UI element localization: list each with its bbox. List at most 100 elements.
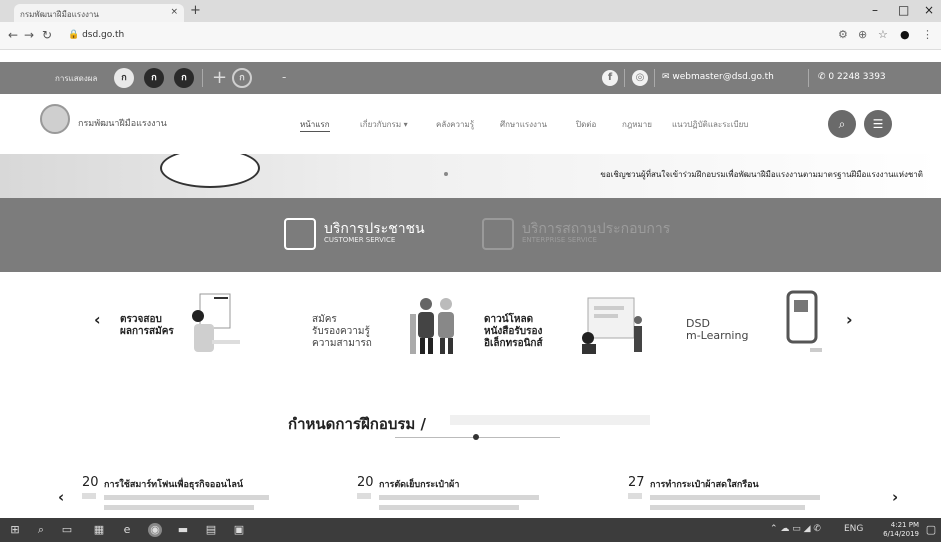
divider bbox=[808, 69, 809, 87]
media-icon[interactable]: ▣ bbox=[232, 523, 246, 537]
people-illustration bbox=[410, 298, 454, 354]
training-heading: กำหนดการฝึกอบรม / bbox=[288, 415, 426, 433]
training-detail-line bbox=[379, 495, 539, 500]
input-language[interactable]: ENG bbox=[844, 524, 863, 534]
zoom-reset-button[interactable]: ก bbox=[232, 68, 252, 88]
windows-start-icon[interactable]: ⊞ bbox=[8, 523, 22, 537]
search-icon: ⌕ bbox=[838, 117, 846, 131]
checklist-illustration bbox=[192, 293, 240, 352]
service-carousel: ‹ ตรวจสอบ ผลการสมัคร สมัคร รับรองความรู้… bbox=[0, 272, 941, 372]
site-name[interactable]: กรมพัฒนาฝีมือแรงงาน bbox=[78, 116, 167, 130]
notification-icon[interactable]: ▢ bbox=[924, 523, 938, 537]
system-tray-icons[interactable]: ⌃ ☁ ▭ ◢ ✆ bbox=[770, 524, 821, 534]
clock-date: 6/14/2019 bbox=[883, 530, 919, 538]
document-icon[interactable]: ▤ bbox=[204, 523, 218, 537]
new-tab-button[interactable]: + bbox=[190, 3, 201, 18]
training-detail-line bbox=[650, 495, 820, 500]
menu-item-labor[interactable]: ศึกษาแรงงาน bbox=[500, 118, 547, 131]
translate-icon[interactable]: ⚙ bbox=[838, 28, 848, 41]
menu-item-contact[interactable]: ปิดต่อ bbox=[576, 118, 596, 131]
menu-item-knowledge[interactable]: คลังความรู้ bbox=[436, 118, 474, 131]
browser-tab-bar: กรมพัฒนาฝีมือแรงงาน × + – □ × bbox=[0, 0, 941, 22]
maximize-button[interactable]: □ bbox=[898, 3, 909, 17]
training-title: การตัดเย็บกระเป๋าผ้า bbox=[379, 480, 460, 490]
divider bbox=[624, 69, 625, 87]
carousel-card[interactable]: ดาวน์โหลด หนังสือรับรอง อิเล็กทรอนิกส์ bbox=[484, 284, 654, 364]
slide-dot bbox=[444, 172, 448, 176]
browser-tab[interactable]: กรมพัฒนาฝีมือแรงงาน × bbox=[14, 4, 184, 22]
menu-item-about[interactable]: เกี่ยวกับกรม ▾ bbox=[360, 118, 408, 131]
font-size-small-button[interactable]: ก bbox=[114, 68, 134, 88]
task-view-icon[interactable]: ▭ bbox=[60, 523, 74, 537]
training-item[interactable]: 27 การทำกระเป๋าผ้าสดใสกรือน bbox=[628, 475, 878, 515]
menu-dots-icon[interactable]: ⋮ bbox=[922, 28, 933, 41]
carousel-card[interactable]: สมัคร รับรองความรู้ ความสามารถ bbox=[312, 284, 482, 364]
download-certificate-illustration bbox=[582, 297, 642, 354]
menu-item-law[interactable]: กฎหมาย bbox=[622, 118, 652, 131]
minimize-button[interactable]: – bbox=[872, 3, 878, 17]
menu-item-home[interactable]: หน้าแรก bbox=[300, 118, 330, 132]
heading-divider-dot bbox=[473, 434, 479, 440]
grid-icon: ☰ bbox=[872, 117, 884, 131]
mail-icon: ✉ bbox=[662, 72, 673, 82]
training-day: 27 bbox=[628, 475, 645, 490]
zoom-icon[interactable]: ⊕ bbox=[858, 28, 867, 41]
file-explorer-icon[interactable]: ▬ bbox=[176, 523, 190, 537]
reload-icon[interactable]: ↻ bbox=[42, 28, 52, 42]
bookmark-star-icon[interactable]: ☆ bbox=[878, 28, 888, 41]
zoom-in-button[interactable]: + bbox=[212, 67, 227, 88]
tab-title: กรมพัฒนาฝีมือแรงงาน bbox=[20, 10, 99, 19]
training-date-line bbox=[104, 505, 254, 510]
menu-item-guidelines[interactable]: แนวปฏิบัติและระเบียบ bbox=[672, 118, 748, 131]
line-icon[interactable]: ◎ bbox=[632, 70, 648, 86]
clock[interactable]: 4:21 PM 6/14/2019 bbox=[883, 521, 919, 539]
email-link[interactable]: ✉ webmaster@dsd.go.th bbox=[662, 72, 774, 82]
training-day: 20 bbox=[82, 475, 99, 490]
customer-service-tab[interactable]: บริการประชาชน CUSTOMER SERVICE bbox=[284, 218, 454, 252]
service-subtitle: CUSTOMER SERVICE bbox=[324, 236, 396, 244]
clock-time: 4:21 PM bbox=[890, 521, 919, 529]
sitemap-button[interactable]: ☰ bbox=[864, 110, 892, 138]
training-month bbox=[82, 493, 96, 499]
dsd-logo[interactable] bbox=[40, 104, 70, 134]
training-item[interactable]: 20 การใช้สมาร์ทโฟนเพื่อธุรกิจออนไลน์ bbox=[82, 475, 332, 515]
training-prev-arrow[interactable]: ‹ bbox=[58, 488, 64, 506]
cloud-annotation bbox=[160, 154, 260, 188]
email-text: webmaster@dsd.go.th bbox=[672, 72, 774, 82]
back-icon[interactable]: ← bbox=[8, 28, 18, 42]
edge-icon[interactable]: e bbox=[120, 523, 134, 537]
tab-close-icon[interactable]: × bbox=[170, 7, 178, 17]
service-subtitle: ENTERPRISE SERVICE bbox=[522, 236, 597, 244]
search-button[interactable]: ⌕ bbox=[828, 110, 856, 138]
phone-text: 0 2248 3393 bbox=[828, 72, 886, 82]
carousel-prev-arrow[interactable]: ‹ bbox=[94, 310, 101, 329]
forward-icon[interactable]: → bbox=[24, 28, 34, 42]
news-ticker[interactable]: ขอเชิญชวนผู้ที่สนใจเข้าร่วมฝึกอบรมเพื่อพ… bbox=[600, 168, 923, 181]
close-window-button[interactable]: × bbox=[924, 3, 934, 17]
font-size-large-button[interactable]: ก bbox=[174, 68, 194, 88]
search-icon[interactable]: ⌕ bbox=[34, 523, 48, 537]
store-icon[interactable]: ▦ bbox=[92, 523, 106, 537]
building-icon bbox=[482, 218, 514, 250]
carousel-next-arrow[interactable]: › bbox=[846, 310, 853, 329]
announcement-strip: ขอเชิญชวนผู้ที่สนใจเข้าร่วมฝึกอบรมเพื่อพ… bbox=[0, 154, 941, 198]
training-title: การทำกระเป๋าผ้าสดใสกรือน bbox=[650, 480, 759, 490]
chrome-icon[interactable]: ◉ bbox=[148, 523, 162, 537]
training-title: การใช้สมาร์ทโฟนเพื่อธุรกิจออนไลน์ bbox=[104, 480, 244, 490]
enterprise-service-tab[interactable]: บริการสถานประกอบการ ENTERPRISE SERVICE bbox=[482, 218, 682, 252]
people-service-icon bbox=[284, 218, 316, 250]
profile-icon[interactable]: ● bbox=[900, 28, 910, 41]
windows-taskbar: ⊞ ⌕ ▭ ▦ e ◉ ▬ ▤ ▣ ⌃ ☁ ▭ ◢ ✆ ENG 4:21 PM … bbox=[0, 518, 941, 542]
url-field[interactable]: 🔒 dsd.go.th bbox=[64, 27, 824, 45]
carousel-card[interactable]: ตรวจสอบ ผลการสมัคร bbox=[120, 284, 290, 364]
training-item[interactable]: 20 การตัดเย็บกระเป๋าผ้า bbox=[357, 475, 607, 515]
carousel-card[interactable]: DSD m-Learning bbox=[686, 284, 856, 364]
zoom-out-button[interactable]: - bbox=[282, 70, 286, 84]
training-next-arrow[interactable]: › bbox=[892, 488, 898, 506]
service-band: บริการประชาชน CUSTOMER SERVICE บริการสถา… bbox=[0, 198, 941, 272]
training-month bbox=[628, 493, 642, 499]
training-detail-line bbox=[104, 495, 269, 500]
phone-link[interactable]: ✆ 0 2248 3393 bbox=[818, 72, 886, 82]
facebook-icon[interactable]: f bbox=[602, 70, 618, 86]
font-size-medium-button[interactable]: ก bbox=[144, 68, 164, 88]
